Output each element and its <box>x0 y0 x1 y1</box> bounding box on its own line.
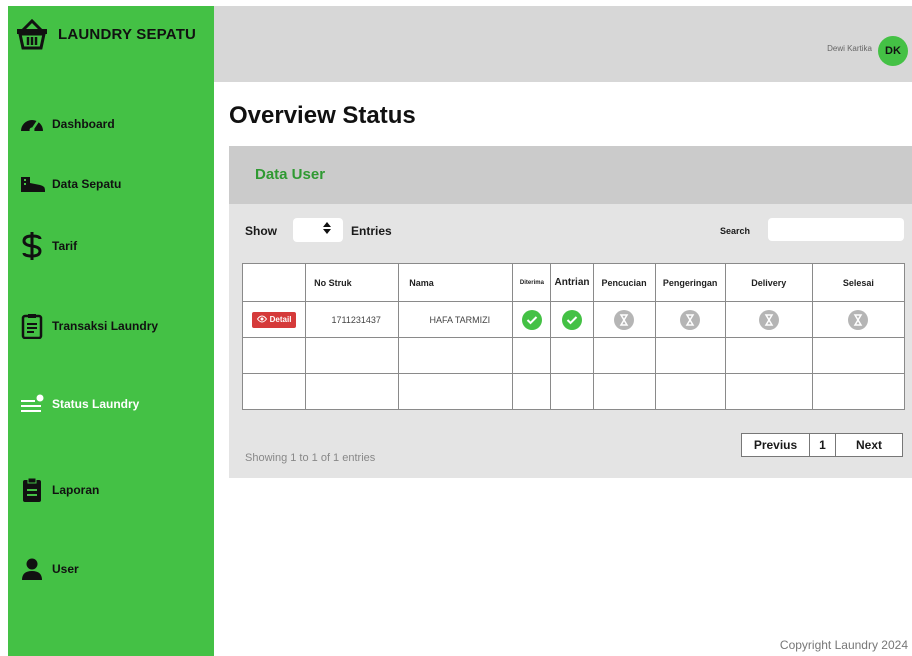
show-label: Show <box>245 224 277 238</box>
sidebar-item-label: Laporan <box>52 483 100 497</box>
search-label: Search <box>720 226 751 236</box>
page-title: Overview Status <box>229 102 416 129</box>
action-cell: Detail <box>241 301 307 338</box>
card-header: Data User <box>229 146 912 204</box>
hourglass-icon <box>614 309 635 330</box>
sidebar-item-status-laundry[interactable]: Status Laundry <box>18 390 139 418</box>
showing-entries-text: Showing 1 to 1 of 1 entries <box>245 452 376 464</box>
column-header-no-struk: No Struk <box>305 263 400 302</box>
status-cell-pencucian <box>592 301 656 338</box>
avatar[interactable]: DK <box>878 36 908 66</box>
sidebar: LAUNDRY SEPATU Dashboard Data Sepatu Tar… <box>8 6 214 656</box>
entries-label: Entries <box>351 224 392 238</box>
eye-icon <box>256 315 267 325</box>
pagination: Previus 1 Next <box>741 433 903 457</box>
column-header-pencucian: Pencucian <box>592 263 656 302</box>
sidebar-item-label: Status Laundry <box>52 397 140 411</box>
data-card: Data User Show Entries Search No Struk N… <box>229 146 912 478</box>
sidebar-item-tarif[interactable]: Tarif <box>18 232 77 260</box>
dashboard-gauge-icon <box>18 110 46 138</box>
table-row-empty <box>241 337 906 374</box>
sort-arrows-icon <box>323 221 331 239</box>
entries-select[interactable] <box>293 218 343 242</box>
status-cell-delivery <box>724 301 813 338</box>
sidebar-item-dashboard[interactable]: Dashboard <box>18 110 115 138</box>
detail-button[interactable]: Detail <box>251 311 297 328</box>
sidebar-item-laporan[interactable]: Laporan <box>18 476 99 504</box>
check-icon <box>521 309 542 330</box>
hourglass-icon <box>680 309 701 330</box>
clipboard-icon <box>18 312 46 340</box>
page-1-button[interactable]: 1 <box>810 434 836 456</box>
hourglass-icon <box>758 309 779 330</box>
column-header-diterima: Diterima <box>512 263 552 302</box>
column-header-delivery: Delivery <box>724 263 813 302</box>
column-header-antrian: Antrian <box>550 263 594 302</box>
sidebar-item-label: Data Sepatu <box>52 177 122 191</box>
table-row: Detail 1711231437 HAFA TARMIZI <box>241 301 906 338</box>
table-row-empty <box>241 373 906 410</box>
status-cell-selesai <box>811 301 906 338</box>
column-header-selesai: Selesai <box>811 263 906 302</box>
sidebar-item-label: Tarif <box>52 239 78 253</box>
brand[interactable]: LAUNDRY SEPATU <box>14 14 196 54</box>
basket-icon <box>14 16 50 52</box>
status-cell-pengeringan <box>654 301 726 338</box>
user-icon <box>18 555 46 583</box>
column-header-action <box>241 263 307 302</box>
dollar-icon <box>18 232 46 260</box>
next-page-button[interactable]: Next <box>836 434 902 456</box>
list-status-icon <box>18 390 46 418</box>
check-icon <box>561 309 582 330</box>
sidebar-item-label: Transaksi Laundry <box>52 319 159 333</box>
shoe-icon <box>18 170 46 198</box>
card-title: Data User <box>255 166 326 183</box>
copyright-text: Copyright Laundry 2024 <box>779 638 908 652</box>
table-header-row: No Struk Nama Diterima Antrian Pencucian… <box>241 263 906 302</box>
previous-page-button[interactable]: Previus <box>742 434 810 456</box>
report-icon <box>18 476 46 504</box>
status-cell-diterima <box>512 301 552 338</box>
hourglass-icon <box>848 309 869 330</box>
sidebar-item-label: Dashboard <box>52 117 115 131</box>
detail-button-label: Detail <box>269 315 292 324</box>
column-header-pengeringan: Pengeringan <box>654 263 726 302</box>
nama-cell: HAFA TARMIZI <box>398 301 514 338</box>
sidebar-item-label: User <box>52 562 79 576</box>
sidebar-item-user[interactable]: User <box>18 555 79 583</box>
status-table: No Struk Nama Diterima Antrian Pencucian… <box>241 263 906 410</box>
sidebar-item-data-sepatu[interactable]: Data Sepatu <box>18 170 121 198</box>
user-name: Dewi Kartika <box>827 44 872 53</box>
search-input[interactable] <box>768 218 904 241</box>
sidebar-item-transaksi-laundry[interactable]: Transaksi Laundry <box>18 312 158 340</box>
no-struk-cell: 1711231437 <box>305 301 400 338</box>
top-bar: Dewi Kartika DK <box>214 6 912 82</box>
column-header-nama: Nama <box>398 263 514 302</box>
brand-title: LAUNDRY SEPATU <box>58 25 197 43</box>
status-cell-antrian <box>550 301 594 338</box>
